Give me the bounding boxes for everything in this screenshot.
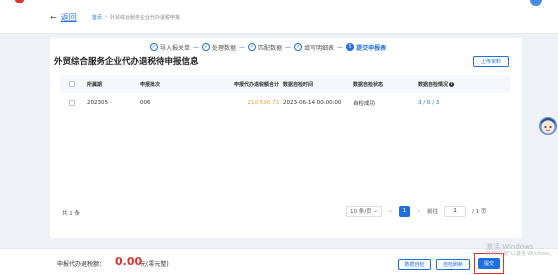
step-label: 提交申报表 — [356, 44, 387, 52]
back-link[interactable]: ← 返回 — [50, 12, 77, 23]
total-pages: / 1 页 — [472, 209, 487, 215]
question-circle-icon[interactable]: ? — [449, 81, 455, 87]
upload-button[interactable]: 上传资料 — [473, 56, 509, 67]
goto-page-input[interactable]: 1 — [444, 205, 467, 217]
step-submit: 5 提交申报表 — [346, 43, 386, 52]
check-circle-icon: ✓ — [202, 43, 211, 51]
select-all-checkbox[interactable] — [69, 81, 75, 87]
col-total: 申报代办退税额合计 — [233, 81, 279, 88]
check-refresh-button[interactable]: 自检刷新 — [436, 259, 470, 270]
page-size-select[interactable]: 10 条/页 ⌄ — [346, 205, 382, 217]
step-label: 填写明细表 — [304, 44, 335, 52]
watermark-subtitle: 转到"设置"以激活 Windows。 — [486, 251, 555, 258]
col-result: 数据自检情况 ? — [418, 75, 455, 93]
step-match: ✓ 匹配数据 — [248, 43, 282, 52]
step-number-badge: 5 — [346, 43, 355, 51]
user-avatar-icon[interactable] — [530, 0, 542, 6]
breadcrumb-separator: › — [105, 14, 108, 20]
data-check-button[interactable]: 数据自检 — [398, 259, 431, 270]
check-circle-icon: ✓ — [150, 43, 158, 51]
step-connector: — — [337, 43, 344, 51]
arrow-left-icon: ← — [50, 13, 57, 22]
page-size-value: 10 条/页 — [350, 209, 372, 215]
sum-label: 申报代办退税额： — [57, 261, 106, 268]
page-title: 外贸综合服务企业代办退税待申报信息 — [54, 57, 199, 67]
page-number-current[interactable]: 1 — [399, 205, 411, 217]
step-label: 匹配数据 — [258, 44, 283, 52]
bottom-action-bar: 申报代办退税额： 0.00 元(零元整) 数据自检 自检刷新 提交 — [0, 248, 558, 275]
main-card: ✓ 导入报关单 — ✓ 处理数据 — ✓ 匹配数据 — ✓ 填写明细表 — 5 … — [50, 38, 522, 238]
back-label[interactable]: 返回 — [61, 12, 77, 23]
chevron-down-icon: ⌄ — [373, 208, 378, 214]
cell-time: 2023-06-14 00:00:00 — [283, 99, 342, 106]
top-header: ← 返回 首页 › 外贸综合服务企业代办退税申报 — [0, 0, 558, 34]
breadcrumb: 首页 › 外贸综合服务企业代办退税申报 — [92, 14, 180, 21]
cell-status: 自检成功 — [353, 100, 376, 107]
step-connector: — — [239, 43, 246, 51]
check-circle-icon: ✓ — [248, 43, 257, 51]
step-label: 处理数据 — [212, 44, 237, 52]
step-process: ✓ 处理数据 — [202, 43, 236, 52]
step-connector: — — [285, 43, 292, 51]
pagination: 10 条/页 ⌄ < 1 > 前往 1 / 1 页 — [346, 205, 486, 217]
brand-mark — [15, 0, 24, 3]
cell-period: 202305 — [87, 99, 108, 106]
submit-button[interactable]: 提交 — [478, 258, 500, 269]
col-result-label: 数据自检情况 — [418, 81, 449, 88]
col-batch: 申报批次 — [140, 81, 161, 88]
col-status: 数据自检状态 — [353, 81, 384, 88]
step-indicator: ✓ 导入报关单 — ✓ 处理数据 — ✓ 匹配数据 — ✓ 填写明细表 — 5 … — [150, 41, 450, 53]
table-header: 所属期 申报批次 申报代办退税额合计 数据自检时间 数据自检状态 数据自检情况 … — [60, 75, 510, 93]
windows-activation-watermark: 激活 Windows 转到"设置"以激活 Windows。 — [486, 243, 555, 257]
prev-page-button[interactable]: < — [388, 208, 393, 215]
check-circle-icon: ✓ — [294, 43, 303, 51]
sum-unit: 元(零元整) — [140, 261, 169, 268]
sum-amount: 0.00 — [115, 255, 143, 268]
step-label: 导入报关单 — [160, 44, 191, 52]
cell-total[interactable]: 210,536.71 — [200, 95, 280, 110]
step-import: ✓ 导入报关单 — [150, 43, 190, 52]
cell-batch: 006 — [140, 99, 151, 106]
table-row[interactable]: 202305 006 210,536.71 2023-06-14 00:00:0… — [60, 95, 510, 110]
step-fill: ✓ 填写明细表 — [294, 43, 334, 52]
row-checkbox[interactable] — [69, 100, 75, 106]
assistant-avatar-icon[interactable] — [537, 114, 558, 138]
col-period: 所属期 — [87, 81, 103, 88]
next-page-button[interactable]: > — [416, 208, 421, 215]
col-time: 数据自检时间 — [283, 81, 314, 88]
goto-label: 前往 — [427, 209, 439, 215]
breadcrumb-home[interactable]: 首页 — [92, 14, 102, 21]
step-connector: — — [193, 43, 200, 51]
total-count: 共 1 条 — [62, 211, 80, 217]
breadcrumb-current: 外贸综合服务企业代办退税申报 — [110, 15, 181, 21]
cell-result-link[interactable]: 3 / 0 / 3 — [418, 95, 439, 110]
